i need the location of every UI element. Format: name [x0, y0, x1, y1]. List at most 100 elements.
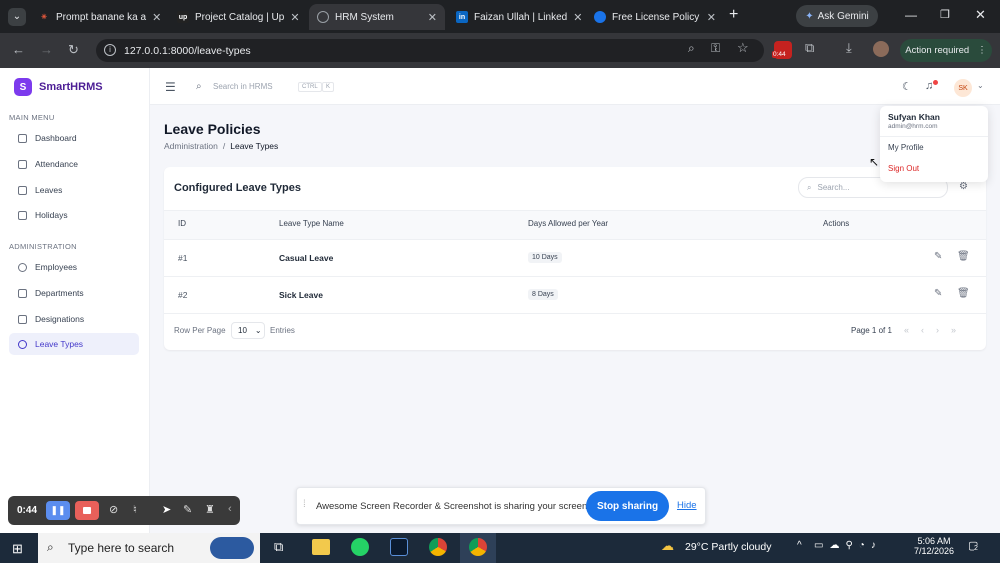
- pointer-tool-icon[interactable]: ➤: [162, 503, 171, 516]
- browser-tab-5[interactable]: Free License Policy ✕: [586, 4, 724, 30]
- chevron-down-icon[interactable]: ⌄: [977, 81, 984, 90]
- close-icon[interactable]: ✕: [573, 11, 582, 24]
- row-name: Casual Leave: [279, 253, 334, 263]
- leaves-icon: [18, 185, 27, 195]
- pen-tool-icon[interactable]: ✎: [183, 503, 192, 516]
- weather-text[interactable]: 29°C Partly cloudy: [685, 541, 772, 553]
- close-icon[interactable]: ✕: [707, 11, 716, 24]
- download-icon[interactable]: ⤓: [846, 40, 852, 56]
- forward-icon[interactable]: →: [40, 42, 53, 57]
- sidebar-item-leaves[interactable]: Leaves: [9, 179, 139, 201]
- chrome-icon: [469, 538, 487, 556]
- new-tab-icon[interactable]: +: [729, 6, 738, 24]
- delete-trash-icon[interactable]: 🗑: [957, 288, 970, 299]
- profile-avatar[interactable]: [873, 41, 889, 57]
- collapse-chevron-icon[interactable]: ‹: [228, 503, 232, 515]
- my-profile-link[interactable]: My Profile: [888, 143, 924, 152]
- close-icon[interactable]: ✕: [428, 11, 437, 24]
- restore-icon[interactable]: ❐: [940, 8, 950, 21]
- building-icon: [18, 288, 27, 298]
- global-search-input[interactable]: Search in HRMS: [213, 82, 273, 91]
- browser-tab-3[interactable]: HRM System ✕: [309, 4, 445, 30]
- back-icon[interactable]: ←: [12, 42, 25, 57]
- delete-trash-icon[interactable]: 🗑: [957, 251, 970, 262]
- camera-off-icon[interactable]: ⊘: [109, 503, 118, 516]
- dark-mode-moon-icon[interactable]: ☾: [902, 80, 912, 93]
- address-bar[interactable]: i 127.0.0.1:8000/leave-types: [96, 39, 764, 62]
- edit-pencil-icon[interactable]: ✎: [934, 251, 942, 262]
- stop-sharing-button[interactable]: Stop sharing: [586, 491, 669, 521]
- prev-page-icon[interactable]: ‹: [921, 325, 924, 335]
- edit-pencil-icon[interactable]: ✎: [934, 288, 942, 299]
- minimize-icon[interactable]: —: [905, 8, 917, 22]
- sidebar-item-dashboard[interactable]: Dashboard: [9, 127, 139, 149]
- extensions-puzzle-icon[interactable]: ⧉: [805, 40, 814, 56]
- sidebar-item-label: Designations: [35, 314, 85, 324]
- notification-center-icon[interactable]: ▢2: [968, 539, 978, 552]
- taskbar-active-app[interactable]: [460, 533, 496, 563]
- app-a-icon[interactable]: [390, 538, 408, 556]
- chrome-icon[interactable]: [429, 538, 447, 556]
- tab-search-button[interactable]: ⌄: [8, 8, 26, 26]
- recorder-extension-icon[interactable]: 0:44: [772, 41, 792, 59]
- site-info-icon[interactable]: i: [104, 44, 116, 56]
- ask-gemini-button[interactable]: ✦ Ask Gemini: [796, 5, 878, 27]
- sidebar-item-designations[interactable]: Designations: [9, 308, 139, 330]
- action-required-button[interactable]: Action required ⋮: [900, 39, 992, 62]
- task-view-icon[interactable]: ⧉: [274, 539, 283, 555]
- browser-tab-1[interactable]: ✳ Prompt banane ka a ✕: [30, 4, 168, 30]
- next-page-icon[interactable]: ›: [936, 325, 939, 335]
- tray-icons[interactable]: ▭☁⚲◔♪: [814, 540, 882, 551]
- filter-settings-icon[interactable]: ⚙: [959, 181, 968, 192]
- breadcrumb-parent[interactable]: Administration: [164, 141, 218, 151]
- close-icon[interactable]: ✕: [152, 11, 161, 24]
- tray-chevron-icon[interactable]: ^: [797, 540, 802, 551]
- clock[interactable]: 5:06 AM 7/12/2026: [908, 536, 960, 556]
- close-icon[interactable]: ✕: [290, 11, 299, 24]
- sidebar-item-attendance[interactable]: Attendance: [9, 153, 139, 175]
- tab-favicon-icon: ✳: [41, 14, 47, 21]
- windows-start-icon[interactable]: ⊞: [12, 541, 23, 557]
- sidebar-item-departments[interactable]: Departments: [9, 282, 139, 304]
- taskbar-search[interactable]: ⌕ Type here to search: [38, 533, 260, 563]
- tab-title: HRM System: [335, 11, 394, 23]
- mic-off-icon[interactable]: ♮: [133, 503, 137, 516]
- users-icon: [18, 262, 27, 272]
- sidebar-item-leave-types[interactable]: Leave Types: [9, 333, 139, 355]
- drag-handle-icon[interactable]: ⁞: [303, 499, 306, 510]
- last-page-icon[interactable]: »: [951, 325, 956, 335]
- ask-gemini-label: Ask Gemini: [817, 10, 869, 22]
- per-page-select[interactable]: 10 ⌄: [231, 322, 265, 339]
- sidebar-item-holidays[interactable]: Holidays: [9, 204, 139, 226]
- eraser-icon[interactable]: ♜: [205, 503, 215, 516]
- stop-record-button[interactable]: [75, 501, 99, 520]
- file-explorer-icon[interactable]: [312, 539, 330, 555]
- per-page-value: 10: [238, 326, 247, 335]
- clock-time: 5:06 AM: [917, 536, 951, 546]
- window-close-icon[interactable]: ✕: [975, 7, 986, 23]
- sidebar-item-employees[interactable]: Employees: [9, 256, 139, 278]
- password-key-icon[interactable]: ⚿: [711, 41, 720, 56]
- sidebar-item-label: Attendance: [35, 159, 79, 169]
- search-shortcut-k: K: [322, 82, 335, 92]
- sidebar-item-label: Holidays: [35, 210, 68, 220]
- dashboard-icon: [18, 133, 27, 143]
- sign-out-link[interactable]: Sign Out: [888, 164, 919, 173]
- hamburger-menu-icon[interactable]: ☰: [165, 80, 176, 94]
- column-header-name: Leave Type Name: [279, 219, 344, 228]
- extension-badge: 0:44: [772, 51, 787, 58]
- browser-tab-2[interactable]: up Project Catalog | Up ✕: [169, 4, 307, 30]
- whatsapp-icon[interactable]: [351, 538, 369, 556]
- more-vert-icon[interactable]: ⋮: [977, 45, 987, 56]
- zoom-icon[interactable]: ⌕: [688, 41, 695, 56]
- tab-favicon-icon: [594, 11, 606, 23]
- notification-bell-icon[interactable]: ♫: [925, 80, 933, 92]
- user-avatar[interactable]: SK: [954, 79, 972, 97]
- bookmark-star-icon[interactable]: ☆: [737, 40, 749, 56]
- brand-name: SmartHRMS: [39, 81, 103, 93]
- hide-link[interactable]: Hide: [677, 500, 697, 511]
- browser-tab-4[interactable]: in Faizan Ullah | Linked ✕: [448, 4, 584, 30]
- pause-button[interactable]: ❚❚: [46, 501, 70, 520]
- first-page-icon[interactable]: «: [904, 325, 909, 335]
- reload-icon[interactable]: ↻: [68, 42, 79, 58]
